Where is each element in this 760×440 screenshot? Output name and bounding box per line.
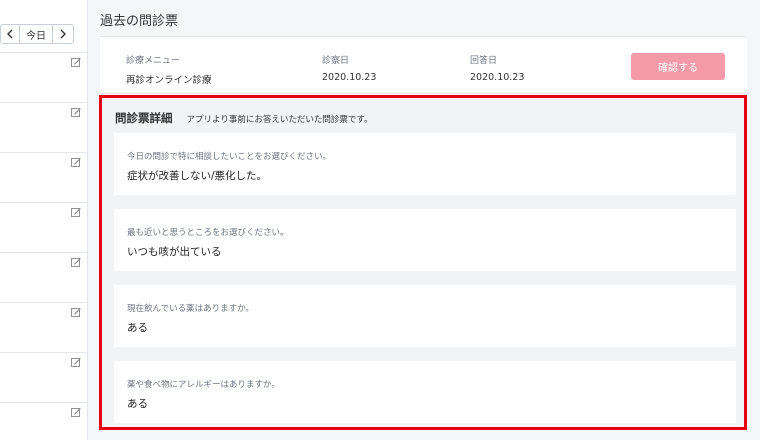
list-item[interactable] xyxy=(0,403,87,440)
question-text: 最も近いと思うところをお選びください。 xyxy=(127,228,289,238)
question-card: 現在飲んでいる薬はありますか。 ある xyxy=(114,285,736,347)
list-item[interactable] xyxy=(0,53,87,103)
answer-date-value: 2020.10.23 xyxy=(470,72,525,83)
edit-icon[interactable] xyxy=(71,57,81,67)
chevron-right-icon xyxy=(60,29,66,39)
menu-label: 診療メニュー xyxy=(126,56,181,66)
menu-value: 再診オンライン診療 xyxy=(126,75,212,86)
list-item[interactable] xyxy=(0,303,87,353)
answer-text: ある xyxy=(127,398,148,410)
appointment-list-pane: 今日 xyxy=(0,0,88,440)
menu-column: 診療メニュー 再診オンライン診療 xyxy=(126,53,212,86)
today-button[interactable]: 今日 xyxy=(20,24,52,44)
answer-text: 症状が改善しない/悪化した。 xyxy=(127,170,268,182)
details-header: 問診票詳細 アプリより事前にお答えいただいた問診票です。 xyxy=(115,110,372,126)
page-title: 過去の問診票 xyxy=(100,14,179,29)
edit-icon[interactable] xyxy=(71,357,81,367)
details-description: アプリより事前にお答えいただいた問診票です。 xyxy=(186,115,373,125)
edit-icon[interactable] xyxy=(71,257,81,267)
questionnaire-summary: 診療メニュー 再診オンライン診療 診察日 2020.10.23 回答日 2020… xyxy=(100,36,747,94)
edit-icon[interactable] xyxy=(71,407,81,417)
question-card: 薬や食べ物にアレルギーはありますか。 ある xyxy=(114,361,736,423)
confirm-button[interactable]: 確認する xyxy=(631,53,725,80)
edit-icon[interactable] xyxy=(71,157,81,167)
previous-day-button[interactable] xyxy=(0,24,20,44)
date-navigation: 今日 xyxy=(0,24,74,44)
consult-date-value: 2020.10.23 xyxy=(322,72,377,83)
next-day-button[interactable] xyxy=(52,24,74,44)
list-item[interactable] xyxy=(0,153,87,203)
edit-icon[interactable] xyxy=(71,107,81,117)
question-text: 現在飲んでいる薬はありますか。 xyxy=(127,304,254,314)
chevron-left-icon xyxy=(7,29,13,39)
answer-text: いつも咳が出ている xyxy=(127,246,222,258)
list-item[interactable] xyxy=(0,253,87,303)
questionnaire-details-panel: 問診票詳細 アプリより事前にお答えいただいた問診票です。 今日の問診で特に相談し… xyxy=(99,95,747,430)
answer-date-label: 回答日 xyxy=(470,56,498,66)
consult-date-label: 診察日 xyxy=(322,56,350,66)
answer-date-column: 回答日 2020.10.23 xyxy=(470,53,524,83)
details-title: 問診票詳細 xyxy=(115,111,173,125)
answer-text: ある xyxy=(127,322,148,334)
question-card: 今日の問診で特に相談したいことをお選びください。 症状が改善しない/悪化した。 xyxy=(114,133,736,195)
consult-date-column: 診察日 2020.10.23 xyxy=(322,53,376,83)
question-text: 今日の問診で特に相談したいことをお選びください。 xyxy=(127,152,332,162)
list-item[interactable] xyxy=(0,203,87,253)
question-text: 薬や食べ物にアレルギーはありますか。 xyxy=(127,380,280,390)
list-item[interactable] xyxy=(0,103,87,153)
edit-icon[interactable] xyxy=(71,207,81,217)
edit-icon[interactable] xyxy=(71,307,81,317)
question-card: 最も近いと思うところをお選びください。 いつも咳が出ている xyxy=(114,209,736,271)
list-item[interactable] xyxy=(0,353,87,403)
